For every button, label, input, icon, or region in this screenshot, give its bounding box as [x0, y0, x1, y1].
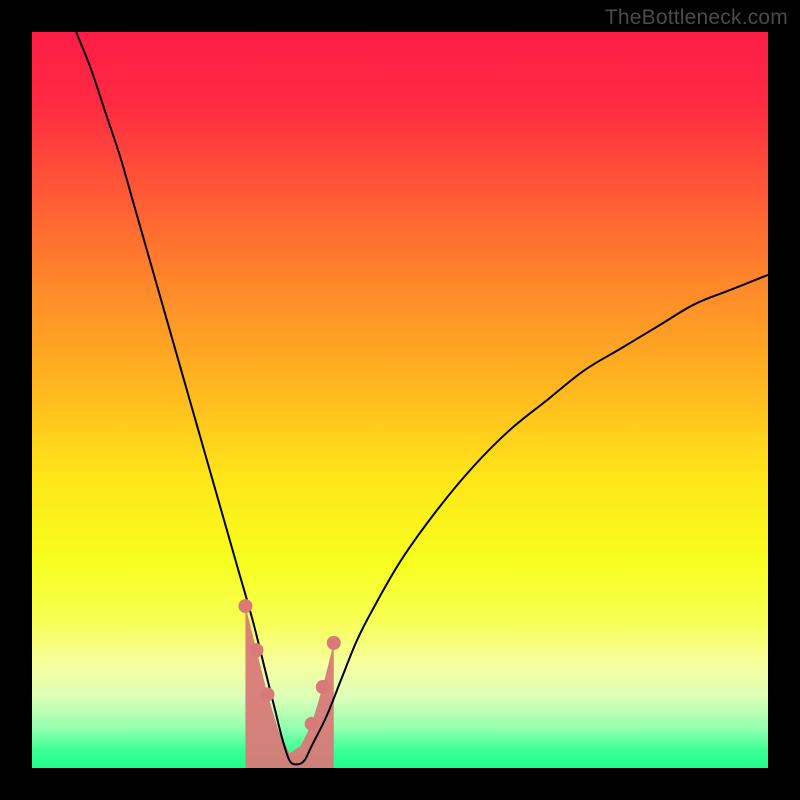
plot-area [32, 32, 768, 768]
watermark-text: TheBottleneck.com [605, 6, 788, 30]
curve-layer [32, 32, 768, 768]
bottleneck-curve [76, 32, 768, 764]
chart-frame: TheBottleneck.com [0, 0, 800, 800]
